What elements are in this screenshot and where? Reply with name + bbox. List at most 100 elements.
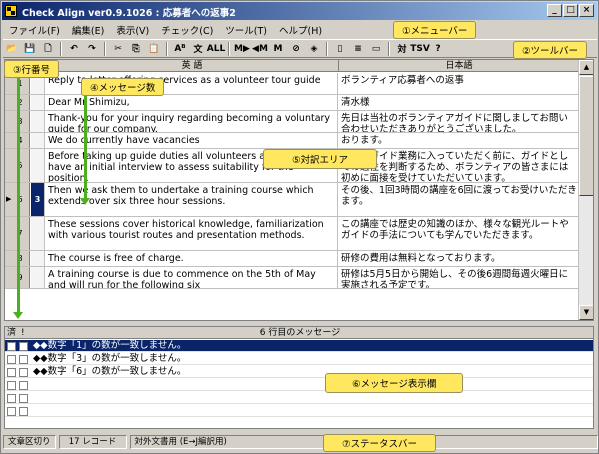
row-number: 7: [17, 229, 23, 238]
flag-checkbox[interactable]: [19, 394, 28, 403]
status-segment: 文章区切り: [3, 434, 56, 449]
message-row[interactable]: ◆◆数字「1」の数が一致しません。: [5, 340, 593, 352]
check-all-icon[interactable]: ALL: [207, 41, 225, 57]
translation-row[interactable]: 8 The course is free of charge. 研修の費用は無料とな…: [5, 251, 579, 267]
translation-grid: 英 語 日本語 1 Reply to letter offering servic…: [4, 59, 594, 321]
split-icon[interactable]: ▯: [332, 41, 348, 57]
japanese-cell[interactable]: 研修の費用は無料となっております。: [339, 251, 579, 266]
text-icon[interactable]: 文: [190, 41, 206, 57]
translation-row[interactable]: ▶ 6 3 Then we ask them to undertake a train…: [5, 183, 579, 217]
translation-row[interactable]: 2 Dear Mr Shimizu, 清水様: [5, 95, 579, 111]
flag-checkbox[interactable]: [19, 342, 28, 351]
done-checkbox[interactable]: [7, 381, 16, 390]
toolbar: 📂 💾 🗋 ↶ ↷ ✂ ⎘ 📋 Aᴮ 文 ALL M▶ ◀M M ⊘ ◈ ▯ ≡ ▭ 対 TSV?: [3, 39, 597, 58]
close-button[interactable]: ×: [579, 4, 594, 17]
japanese-cell[interactable]: その後、1回3時間の講座を6回に渡ってお受けいただきます。: [339, 183, 579, 216]
callout-message-count: ④メッセージ数: [81, 78, 165, 96]
done-checkbox[interactable]: [7, 355, 16, 364]
save-icon[interactable]: 💾: [22, 41, 38, 57]
message-row[interactable]: ◆◆数字「6」の数が一致しません。: [5, 366, 593, 378]
help-icon[interactable]: ?: [430, 41, 446, 57]
flag-checkbox[interactable]: [19, 355, 28, 364]
toolbar-separator: [166, 41, 168, 56]
tsv-icon[interactable]: TSV: [410, 41, 430, 57]
done-checkbox[interactable]: [7, 394, 16, 403]
redo-icon[interactable]: ↷: [84, 41, 100, 57]
message-row[interactable]: [5, 379, 593, 391]
message-row[interactable]: ◆◆数字「3」の数が一致しません。: [5, 353, 593, 365]
english-cell[interactable]: Thank-you for your inquiry regarding bec…: [46, 111, 338, 132]
scroll-thumb[interactable]: [579, 76, 593, 196]
scroll-up-icon[interactable]: ▲: [579, 60, 593, 75]
menu-help[interactable]: ヘルプ(H): [273, 23, 328, 37]
menu-view[interactable]: 表示(V): [110, 23, 155, 37]
flag-checkbox[interactable]: [19, 368, 28, 377]
undo-icon[interactable]: ↶: [66, 41, 82, 57]
english-cell[interactable]: These sessions cover historical knowledg…: [46, 217, 338, 250]
minimize-button[interactable]: _: [547, 4, 562, 17]
row-number: 6: [17, 195, 23, 204]
status-bar: 文章区切り 17 レコード 対外文書用 (E→J編訳用): [3, 433, 598, 450]
row-number: 9: [17, 273, 23, 282]
japanese-cell[interactable]: おります。: [339, 133, 579, 148]
menu-bar: ファイル(F) 編集(E) 表示(V) チェック(C) ツール(T) ヘルプ(H…: [3, 21, 328, 38]
menu-check[interactable]: チェック(C): [155, 23, 219, 37]
merge-icon[interactable]: ≡: [350, 41, 366, 57]
translation-row[interactable]: 9 A training course is due to commence on…: [5, 267, 579, 289]
scroll-down-icon[interactable]: ▼: [579, 305, 593, 320]
japanese-cell[interactable]: ボランティア応募者への返事: [339, 73, 579, 94]
callout-translation-area: ⑤対訳エリア: [263, 149, 378, 169]
menu-edit[interactable]: 編集(E): [66, 23, 110, 37]
open-icon[interactable]: 📂: [4, 41, 20, 57]
col-header-japanese[interactable]: 日本語: [339, 60, 579, 72]
row-number: 4: [17, 136, 23, 145]
parallel-icon[interactable]: 対: [394, 41, 410, 57]
font-icon[interactable]: Aᴮ: [172, 41, 188, 57]
callout-line-number: ③行番号: [4, 60, 60, 78]
prev-msg-icon[interactable]: ◀M: [252, 41, 268, 57]
japanese-cell[interactable]: この講座では歴史の知識のほか、様々な観光ルートやガイドの手法についても学んでいた…: [339, 217, 579, 250]
translation-row[interactable]: 7 These sessions cover historical knowled…: [5, 217, 579, 251]
cut-icon[interactable]: ✂: [110, 41, 126, 57]
message-count-cell: 3: [31, 183, 45, 216]
english-cell[interactable]: Dear Mr Shimizu,: [46, 95, 338, 110]
english-cell[interactable]: We do currently have vacancies: [46, 133, 338, 148]
line-icon[interactable]: ▭: [368, 41, 384, 57]
callout-toolbar: ②ツールバー: [513, 41, 588, 59]
japanese-cell[interactable]: 先日は当社のボランティアガイドに関しましてお問い合わせいただきありがとうございま…: [339, 111, 579, 132]
done-checkbox[interactable]: [7, 342, 16, 351]
new-icon[interactable]: 🗋: [40, 41, 56, 57]
translation-row[interactable]: 4 We do currently have vacancies おります。: [5, 133, 579, 149]
done-checkbox[interactable]: [7, 368, 16, 377]
flag-checkbox[interactable]: [19, 407, 28, 416]
message-count-cell: [31, 251, 45, 266]
toolbar-separator: [60, 41, 62, 56]
message-row[interactable]: [5, 392, 593, 404]
menu-tools[interactable]: ツール(T): [219, 23, 273, 37]
callout-menubar: ①メニューバー: [393, 21, 477, 39]
title-bar[interactable]: Check Align ver0.9.1026 : 応募者への返事2 _ □ ×: [2, 2, 597, 20]
done-checkbox[interactable]: [7, 407, 16, 416]
next-msg-icon[interactable]: M▶: [234, 41, 250, 57]
toolbar-separator: [388, 41, 390, 56]
col-header-english[interactable]: 英 語: [46, 60, 339, 72]
grid-scrollbar[interactable]: ▲ ▼: [578, 60, 593, 320]
menu-file[interactable]: ファイル(F): [3, 23, 66, 37]
message-count-cell: [31, 95, 45, 110]
translation-row[interactable]: 3 Thank-you for your inquiry regarding be…: [5, 111, 579, 133]
maximize-button[interactable]: □: [563, 4, 578, 17]
paste-icon[interactable]: 📋: [146, 41, 162, 57]
msg-icon[interactable]: M: [270, 41, 286, 57]
message-row[interactable]: [5, 405, 593, 417]
app-window: Check Align ver0.9.1026 : 応募者への返事2 _ □ ×…: [0, 0, 599, 454]
english-cell[interactable]: The course is free of charge.: [46, 251, 338, 266]
flag-checkbox[interactable]: [19, 381, 28, 390]
english-cell[interactable]: A training course is due to commence on …: [46, 267, 338, 288]
message-count-cell: [31, 217, 45, 250]
highlight-icon[interactable]: ◈: [306, 41, 322, 57]
japanese-cell[interactable]: 研修は5月5日から開始し、その後6週間毎週火曜日に実施される予定です。: [339, 267, 579, 288]
japanese-cell[interactable]: 清水様: [339, 95, 579, 110]
copy-icon[interactable]: ⎘: [128, 41, 144, 57]
delete-msg-icon[interactable]: ⊘: [288, 41, 304, 57]
window-title: Check Align ver0.9.1026 : 応募者への返事2: [22, 8, 236, 19]
